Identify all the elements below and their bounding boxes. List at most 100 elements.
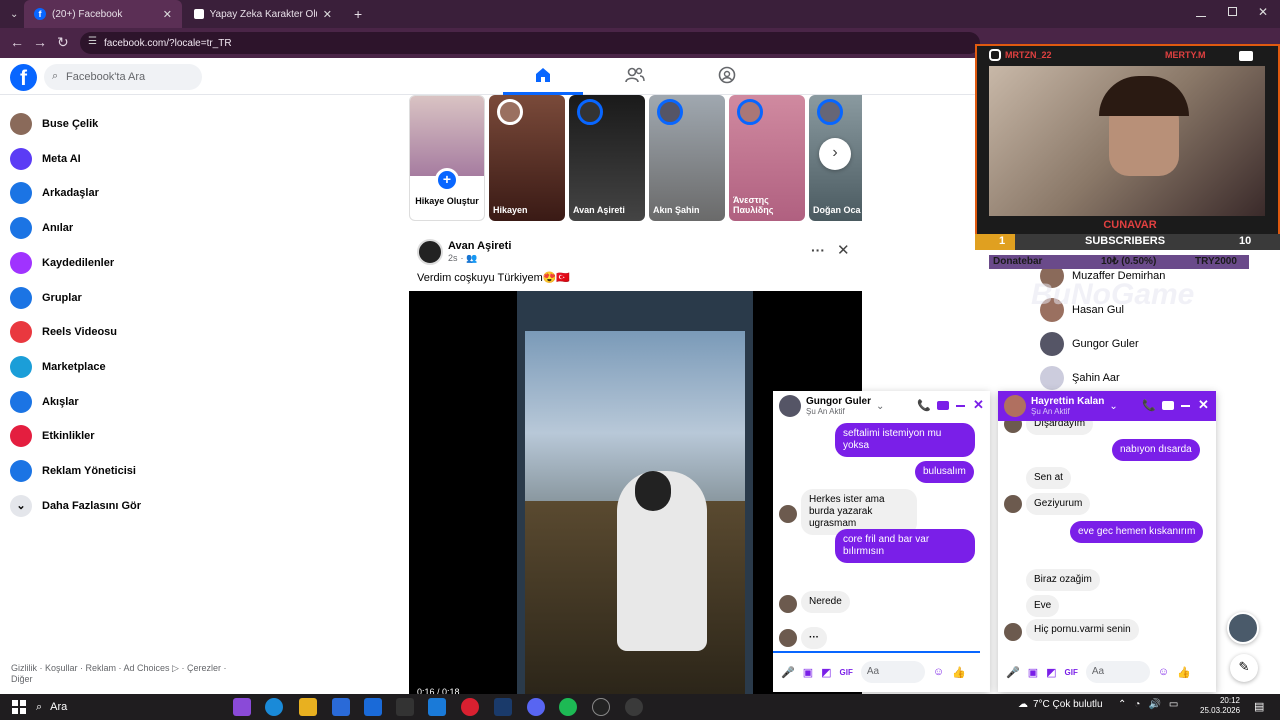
instagram-handle: MRTZN_22 bbox=[1005, 50, 1052, 60]
discord-icon[interactable] bbox=[527, 698, 545, 716]
notifications-icon[interactable]: ▤ bbox=[1254, 700, 1264, 713]
copilot-icon[interactable] bbox=[233, 698, 251, 716]
message-out: core fril and bar var bılırmısın bbox=[835, 529, 975, 563]
groups-nav-icon[interactable] bbox=[715, 66, 739, 88]
story-item[interactable]: Hikayen bbox=[489, 95, 565, 221]
forward-icon[interactable]: → bbox=[33, 34, 47, 50]
close-chat-icon[interactable]: ✕ bbox=[973, 397, 984, 413]
reload-icon[interactable]: ↻ bbox=[57, 34, 69, 51]
site-info-icon[interactable]: ☰ bbox=[88, 36, 97, 47]
mail-icon[interactable] bbox=[364, 698, 382, 716]
emoji-icon[interactable]: ☺ bbox=[933, 666, 944, 678]
facebook-logo-icon[interactable]: f bbox=[10, 64, 37, 91]
volume-icon[interactable]: 🔊 bbox=[1148, 699, 1160, 710]
like-icon[interactable]: 👍 bbox=[952, 666, 966, 679]
tray-chevron-icon[interactable]: ⌃ bbox=[1118, 699, 1126, 710]
steam-icon[interactable] bbox=[494, 698, 512, 716]
minimize-chat-icon[interactable] bbox=[1181, 405, 1190, 407]
battery-icon[interactable]: ▭ bbox=[1169, 699, 1178, 710]
footer-links[interactable]: Gizlilik · Koşullar · Reklam · Ad Choice… bbox=[11, 663, 241, 685]
sidebar-item-groups[interactable]: Gruplar bbox=[10, 282, 82, 314]
sticker-icon[interactable]: ◩ bbox=[821, 666, 831, 679]
new-tab-icon[interactable]: + bbox=[344, 0, 372, 28]
chat-head-avatar[interactable] bbox=[1227, 612, 1259, 644]
file-explorer-icon[interactable] bbox=[299, 698, 317, 716]
more-options-icon[interactable]: ··· bbox=[811, 242, 825, 258]
back-icon[interactable]: ← bbox=[10, 34, 24, 50]
vscode-icon[interactable] bbox=[428, 698, 446, 716]
story-item[interactable]: Akın Şahin bbox=[649, 95, 725, 221]
sidebar-item-events[interactable]: Etkinlikler bbox=[10, 420, 95, 452]
image-icon[interactable]: ▣ bbox=[803, 666, 813, 679]
opera-icon[interactable] bbox=[461, 698, 479, 716]
restore-window-icon[interactable] bbox=[1228, 7, 1237, 16]
stories-next-button[interactable]: › bbox=[819, 138, 851, 170]
story-item[interactable]: Avan Aşireti bbox=[569, 95, 645, 221]
tab-list-icon[interactable]: ⌄ bbox=[0, 0, 22, 28]
contact-item[interactable]: Şahin Aar bbox=[1040, 366, 1120, 390]
spotify-icon[interactable] bbox=[559, 698, 577, 716]
microphone-icon[interactable]: 🎤 bbox=[1006, 666, 1020, 679]
sidebar-item-chevron-down[interactable]: ⌄ Daha Fazlasını Gör bbox=[10, 490, 141, 522]
like-icon[interactable]: 👍 bbox=[1177, 666, 1191, 679]
address-bar[interactable]: ☰ facebook.com/?locale=tr_TR bbox=[80, 32, 980, 54]
home-icon[interactable] bbox=[531, 66, 555, 88]
sidebar-item-reels[interactable]: Reels Videosu bbox=[10, 316, 117, 348]
sidebar-item-memories[interactable]: Anılar bbox=[10, 212, 73, 244]
edge-icon[interactable] bbox=[265, 698, 283, 716]
obs-icon[interactable] bbox=[592, 698, 610, 716]
message-input[interactable]: Aa bbox=[1085, 661, 1150, 683]
post-time[interactable]: 2s bbox=[448, 253, 458, 264]
contact-item[interactable]: Gungor Guler bbox=[1040, 332, 1139, 356]
chrome-icon[interactable] bbox=[625, 698, 643, 716]
taskbar-search[interactable]: ⌕ Ara bbox=[36, 698, 216, 716]
chat-header[interactable]: Hayrettin Kalan Şu An Aktif ⌄ 📞 ✕ bbox=[998, 391, 1216, 421]
emoji-icon[interactable]: ☺ bbox=[1158, 666, 1169, 678]
close-window-icon[interactable]: ✕ bbox=[1258, 5, 1268, 19]
store-icon[interactable] bbox=[332, 698, 350, 716]
minimize-chat-icon[interactable] bbox=[956, 405, 965, 407]
close-tab-icon[interactable]: ✕ bbox=[163, 8, 172, 21]
sidebar-item-friends[interactable]: Arkadaşlar bbox=[10, 177, 99, 209]
story-create[interactable]: + Hikaye Oluştur bbox=[409, 95, 485, 221]
tab-facebook[interactable]: f (20+) Facebook ✕ bbox=[24, 0, 182, 28]
windows-start-icon[interactable] bbox=[10, 698, 28, 716]
sidebar-item-bookmark[interactable]: Kaydedilenler bbox=[10, 247, 114, 279]
microphone-icon[interactable]: 🎤 bbox=[781, 666, 795, 679]
weather-widget[interactable]: ☁ 7°C Çok bulutlu bbox=[1018, 699, 1103, 710]
image-icon[interactable]: ▣ bbox=[1028, 666, 1038, 679]
tab-yapay-zeka[interactable]: Yapay Zeka Karakter Oluşturuc... ✕ bbox=[184, 0, 342, 28]
close-tab-icon[interactable]: ✕ bbox=[323, 8, 332, 21]
sidebar-item-marketplace[interactable]: Marketplace bbox=[10, 351, 106, 383]
friends-nav-icon[interactable] bbox=[623, 66, 647, 88]
security-icon[interactable] bbox=[396, 698, 414, 716]
gif-icon[interactable]: GIF bbox=[1065, 668, 1078, 677]
network-icon[interactable]: ◔ bbox=[1134, 699, 1140, 710]
sidebar-item-feeds[interactable]: Akışlar bbox=[10, 386, 79, 418]
chat-header[interactable]: Gungor Guler Şu An Aktif ⌄ 📞 ✕ bbox=[773, 391, 990, 421]
close-chat-icon[interactable]: ✕ bbox=[1198, 397, 1209, 413]
call-icon[interactable]: 📞 bbox=[1142, 399, 1156, 412]
call-icon[interactable]: 📞 bbox=[917, 399, 931, 412]
sticker-icon[interactable]: ◩ bbox=[1046, 666, 1056, 679]
sidebar-item-meta-ai[interactable]: Meta AI bbox=[10, 143, 81, 175]
clock[interactable]: 20:12 25.03.2026 bbox=[1200, 696, 1240, 716]
gif-icon[interactable]: GIF bbox=[840, 668, 853, 677]
post-author[interactable]: Avan Aşireti bbox=[448, 240, 511, 252]
video-call-icon[interactable] bbox=[1162, 401, 1174, 410]
contact-name: Gungor Guler bbox=[1072, 338, 1139, 350]
new-message-icon[interactable]: ✎ bbox=[1230, 654, 1258, 682]
chevron-down-icon[interactable]: ⌄ bbox=[876, 401, 884, 412]
system-tray[interactable]: ⌃ ◔ 🔊 ▭ bbox=[1118, 699, 1178, 710]
close-post-icon[interactable]: ✕ bbox=[837, 241, 850, 259]
minimize-window-icon[interactable] bbox=[1196, 7, 1206, 17]
sidebar-item-ads-manager[interactable]: Reklam Yöneticisi bbox=[10, 455, 136, 487]
message-input[interactable]: Aa bbox=[860, 661, 925, 683]
chevron-down-icon[interactable]: ⌄ bbox=[1109, 401, 1117, 412]
story-item[interactable]: Άνεστης Παυλίδης bbox=[729, 95, 805, 221]
sidebar-item-label: Akışlar bbox=[42, 395, 79, 408]
search-input[interactable]: ⌕ Facebook'ta Ara bbox=[44, 64, 202, 90]
video-call-icon[interactable] bbox=[937, 401, 949, 410]
sidebar-item-avatar[interactable]: Buse Çelik bbox=[10, 108, 98, 140]
avatar[interactable] bbox=[417, 239, 443, 265]
